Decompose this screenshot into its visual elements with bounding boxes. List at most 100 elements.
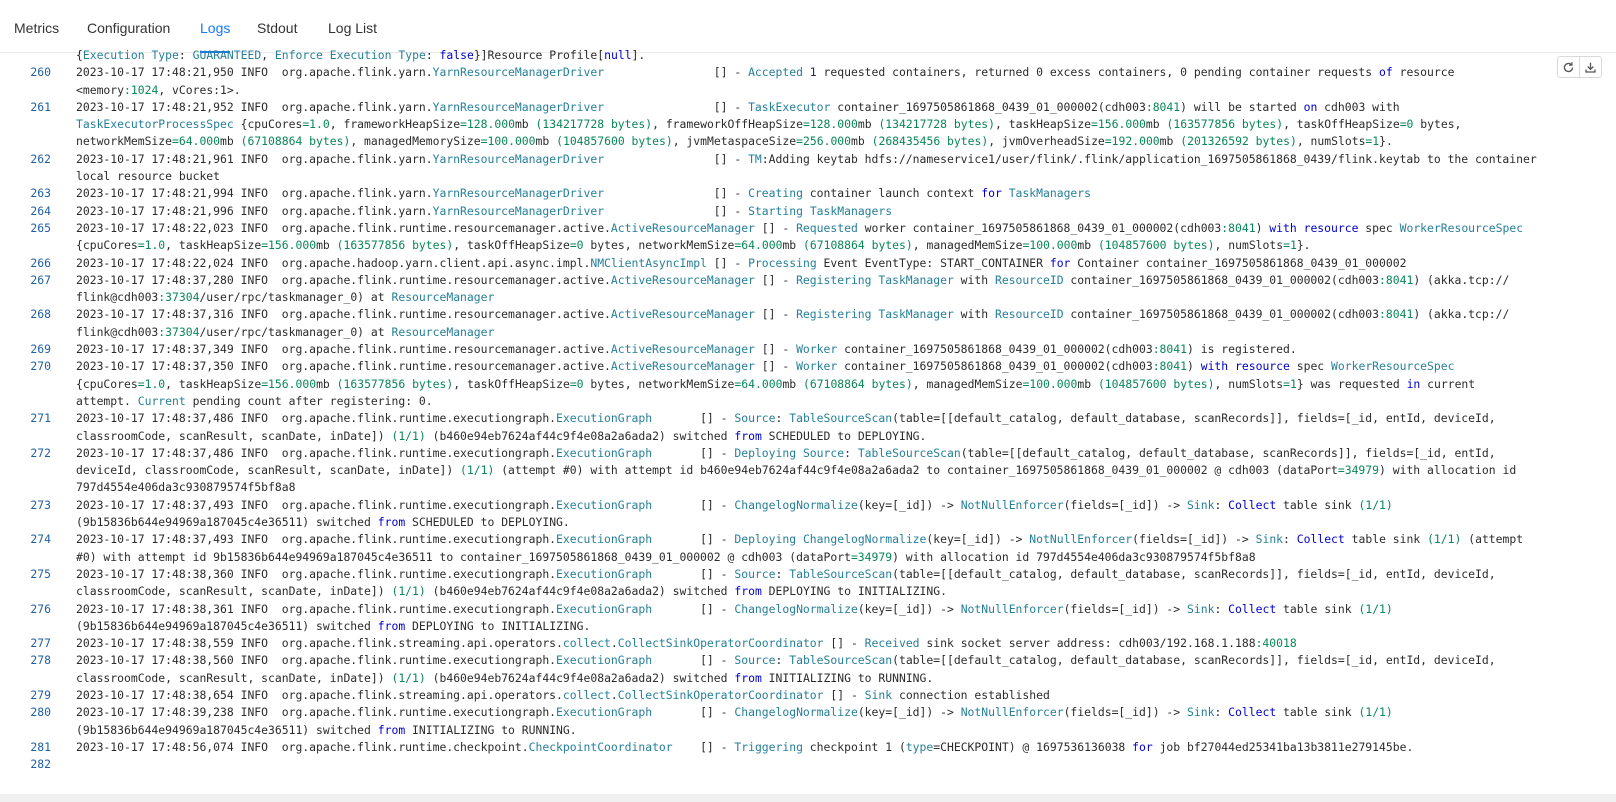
log-text: 2023-10-17 17:48:22,024 INFO org.apache.… <box>76 255 1407 270</box>
log-text: #0) with attempt id 9b15836b644e94969a18… <box>76 549 1256 564</box>
log-line: 279 2023-10-17 17:48:38,654 INFO org.apac… <box>0 687 1616 704</box>
log-line: 266 2023-10-17 17:48:22,024 INFO org.apac… <box>0 255 1616 272</box>
log-text: 2023-10-17 17:48:38,361 INFO org.apache.… <box>76 601 1393 616</box>
log-text: {cpuCores=1.0, taskHeapSize=156.000mb (1… <box>76 238 1311 253</box>
log-line: 278 2023-10-17 17:48:38,560 INFO org.apac… <box>0 652 1616 669</box>
log-line: 262 2023-10-17 17:48:21,961 INFO org.apac… <box>0 151 1616 168</box>
tab-stdout[interactable]: Stdout <box>257 0 297 52</box>
line-number: 275 <box>30 566 51 581</box>
line-number: 264 <box>30 203 51 218</box>
log-line-continuation: local resource bucket <box>0 168 1616 185</box>
line-number: 273 <box>30 497 51 512</box>
log-text: <memory:1024, vCores:1>. <box>76 82 241 97</box>
log-text: 2023-10-17 17:48:37,280 INFO org.apache.… <box>76 272 1510 287</box>
log-line-continuation: #0) with attempt id 9b15836b644e94969a18… <box>0 549 1616 566</box>
log-line: 273 2023-10-17 17:48:37,493 INFO org.apac… <box>0 497 1616 514</box>
log-text: 2023-10-17 17:48:21,994 INFO org.apache.… <box>76 186 1091 201</box>
line-number: 262 <box>30 151 51 166</box>
log-line-continuation: networkMemSize=64.000mb (67108864 bytes)… <box>0 133 1616 150</box>
line-number: 268 <box>30 307 51 322</box>
log-text: 2023-10-17 17:48:37,316 INFO org.apache.… <box>76 307 1510 322</box>
log-text: (9b15836b644e94969a187045c4e36511) switc… <box>76 722 577 737</box>
log-text: deviceId, classroomCode, scanResult, sca… <box>76 463 1517 478</box>
line-number: 277 <box>30 636 51 651</box>
log-text: classroomCode, scanResult, scanDate, inD… <box>76 584 947 599</box>
line-number: 269 <box>30 342 51 357</box>
horizontal-scrollbar[interactable] <box>0 794 1616 802</box>
log-line-continuation: TaskExecutorProcessSpec {cpuCores=1.0, f… <box>0 116 1616 133</box>
line-number: 274 <box>30 532 51 547</box>
log-line: 264 2023-10-17 17:48:21,996 INFO org.apac… <box>0 203 1616 220</box>
tab-metrics[interactable]: Metrics <box>14 0 59 52</box>
line-number: 278 <box>30 653 51 668</box>
line-number: 263 <box>30 186 51 201</box>
log-line: 274 2023-10-17 17:48:37,493 INFO org.apac… <box>0 531 1616 548</box>
log-line: 275 2023-10-17 17:48:38,360 INFO org.apac… <box>0 566 1616 583</box>
log-text: 2023-10-17 17:48:38,559 INFO org.apache.… <box>76 636 1297 651</box>
log-text: 2023-10-17 17:48:37,486 INFO org.apache.… <box>76 445 1496 460</box>
log-text: 2023-10-17 17:48:37,486 INFO org.apache.… <box>76 411 1496 426</box>
log-line: 260 2023-10-17 17:48:21,950 INFO org.apac… <box>0 64 1616 81</box>
log-line: 265 2023-10-17 17:48:22,023 INFO org.apac… <box>0 220 1616 237</box>
log-line-continuation: (9b15836b644e94969a187045c4e36511) switc… <box>0 722 1616 739</box>
log-text: 2023-10-17 17:48:38,560 INFO org.apache.… <box>76 653 1496 668</box>
tab-logs[interactable]: Logs <box>200 0 231 53</box>
log-line: 281 2023-10-17 17:48:56,074 INFO org.apac… <box>0 739 1616 756</box>
line-number: 281 <box>30 739 51 754</box>
log-toolbar <box>1557 56 1602 78</box>
log-viewer[interactable]: {Execution Type: GUARANTEED, Enforce Exe… <box>0 47 1616 771</box>
log-text: {cpuCores=1.0, taskHeapSize=156.000mb (1… <box>76 376 1476 391</box>
log-line-continuation: (9b15836b644e94969a187045c4e36511) switc… <box>0 514 1616 531</box>
log-text: (9b15836b644e94969a187045c4e36511) switc… <box>76 515 570 530</box>
line-number: 276 <box>30 601 51 616</box>
log-line: 270 2023-10-17 17:48:37,350 INFO org.apac… <box>0 358 1616 375</box>
log-text: flink@cdh003:37304/user/rpc/taskmanager_… <box>76 324 495 339</box>
refresh-button[interactable] <box>1558 57 1579 77</box>
log-line: 263 2023-10-17 17:48:21,994 INFO org.apac… <box>0 185 1616 202</box>
log-line-continuation: classroomCode, scanResult, scanDate, inD… <box>0 670 1616 687</box>
log-line: 269 2023-10-17 17:48:37,349 INFO org.apac… <box>0 341 1616 358</box>
log-line-continuation: {cpuCores=1.0, taskHeapSize=156.000mb (1… <box>0 376 1616 393</box>
log-text: 2023-10-17 17:48:22,023 INFO org.apache.… <box>76 220 1524 235</box>
log-line: 271 2023-10-17 17:48:37,486 INFO org.apac… <box>0 410 1616 427</box>
tab-log-list[interactable]: Log List <box>328 0 377 52</box>
log-text: flink@cdh003:37304/user/rpc/taskmanager_… <box>76 290 495 305</box>
log-text: 2023-10-17 17:48:21,996 INFO org.apache.… <box>76 203 893 218</box>
log-text: local resource bucket <box>76 169 221 184</box>
log-text: 2023-10-17 17:48:37,349 INFO org.apache.… <box>76 342 1297 357</box>
line-number: 270 <box>30 359 51 374</box>
log-line-continuation: attempt. Current pending count after reg… <box>0 393 1616 410</box>
line-number: 265 <box>30 220 51 235</box>
download-icon <box>1585 62 1596 73</box>
log-text: TaskExecutorProcessSpec {cpuCores=1.0, f… <box>76 117 1462 132</box>
log-text: 2023-10-17 17:48:38,654 INFO org.apache.… <box>76 687 1050 702</box>
log-text: 2023-10-17 17:48:37,493 INFO org.apache.… <box>76 532 1524 547</box>
log-line-continuation: <memory:1024, vCores:1>. <box>0 82 1616 99</box>
log-text: classroomCode, scanResult, scanDate, inD… <box>76 428 927 443</box>
log-line: 272 2023-10-17 17:48:37,486 INFO org.apac… <box>0 445 1616 462</box>
log-line: 268 2023-10-17 17:48:37,316 INFO org.apac… <box>0 306 1616 323</box>
tab-configuration[interactable]: Configuration <box>87 0 170 52</box>
log-text: 797d4554e406da3c930879574f5bf8a8 <box>76 480 296 495</box>
log-line: 280 2023-10-17 17:48:39,238 INFO org.apac… <box>0 704 1616 721</box>
log-text: attempt. Current pending count after reg… <box>76 393 433 408</box>
log-text: 2023-10-17 17:48:21,961 INFO org.apache.… <box>76 151 1537 166</box>
log-text: 2023-10-17 17:48:21,950 INFO org.apache.… <box>76 65 1455 80</box>
line-number: 261 <box>30 99 51 114</box>
log-line: 261 2023-10-17 17:48:21,952 INFO org.apac… <box>0 99 1616 116</box>
log-text: (9b15836b644e94969a187045c4e36511) switc… <box>76 618 591 633</box>
line-number: 266 <box>30 255 51 270</box>
log-text: 2023-10-17 17:48:37,350 INFO org.apache.… <box>76 359 1455 374</box>
log-line-continuation: classroomCode, scanResult, scanDate, inD… <box>0 428 1616 445</box>
log-line-continuation: flink@cdh003:37304/user/rpc/taskmanager_… <box>0 289 1616 306</box>
log-text: 2023-10-17 17:48:39,238 INFO org.apache.… <box>76 705 1393 720</box>
line-number: 280 <box>30 705 51 720</box>
line-number: 282 <box>30 757 51 772</box>
download-button[interactable] <box>1579 57 1601 77</box>
log-line-continuation: 797d4554e406da3c930879574f5bf8a8 <box>0 479 1616 496</box>
log-line: 267 2023-10-17 17:48:37,280 INFO org.apac… <box>0 272 1616 289</box>
line-number: 271 <box>30 411 51 426</box>
log-text: networkMemSize=64.000mb (67108864 bytes)… <box>76 134 1393 149</box>
log-line: 276 2023-10-17 17:48:38,361 INFO org.apac… <box>0 601 1616 618</box>
log-prev-tail: {Execution Type: GUARANTEED, Enforce Exe… <box>76 48 646 62</box>
